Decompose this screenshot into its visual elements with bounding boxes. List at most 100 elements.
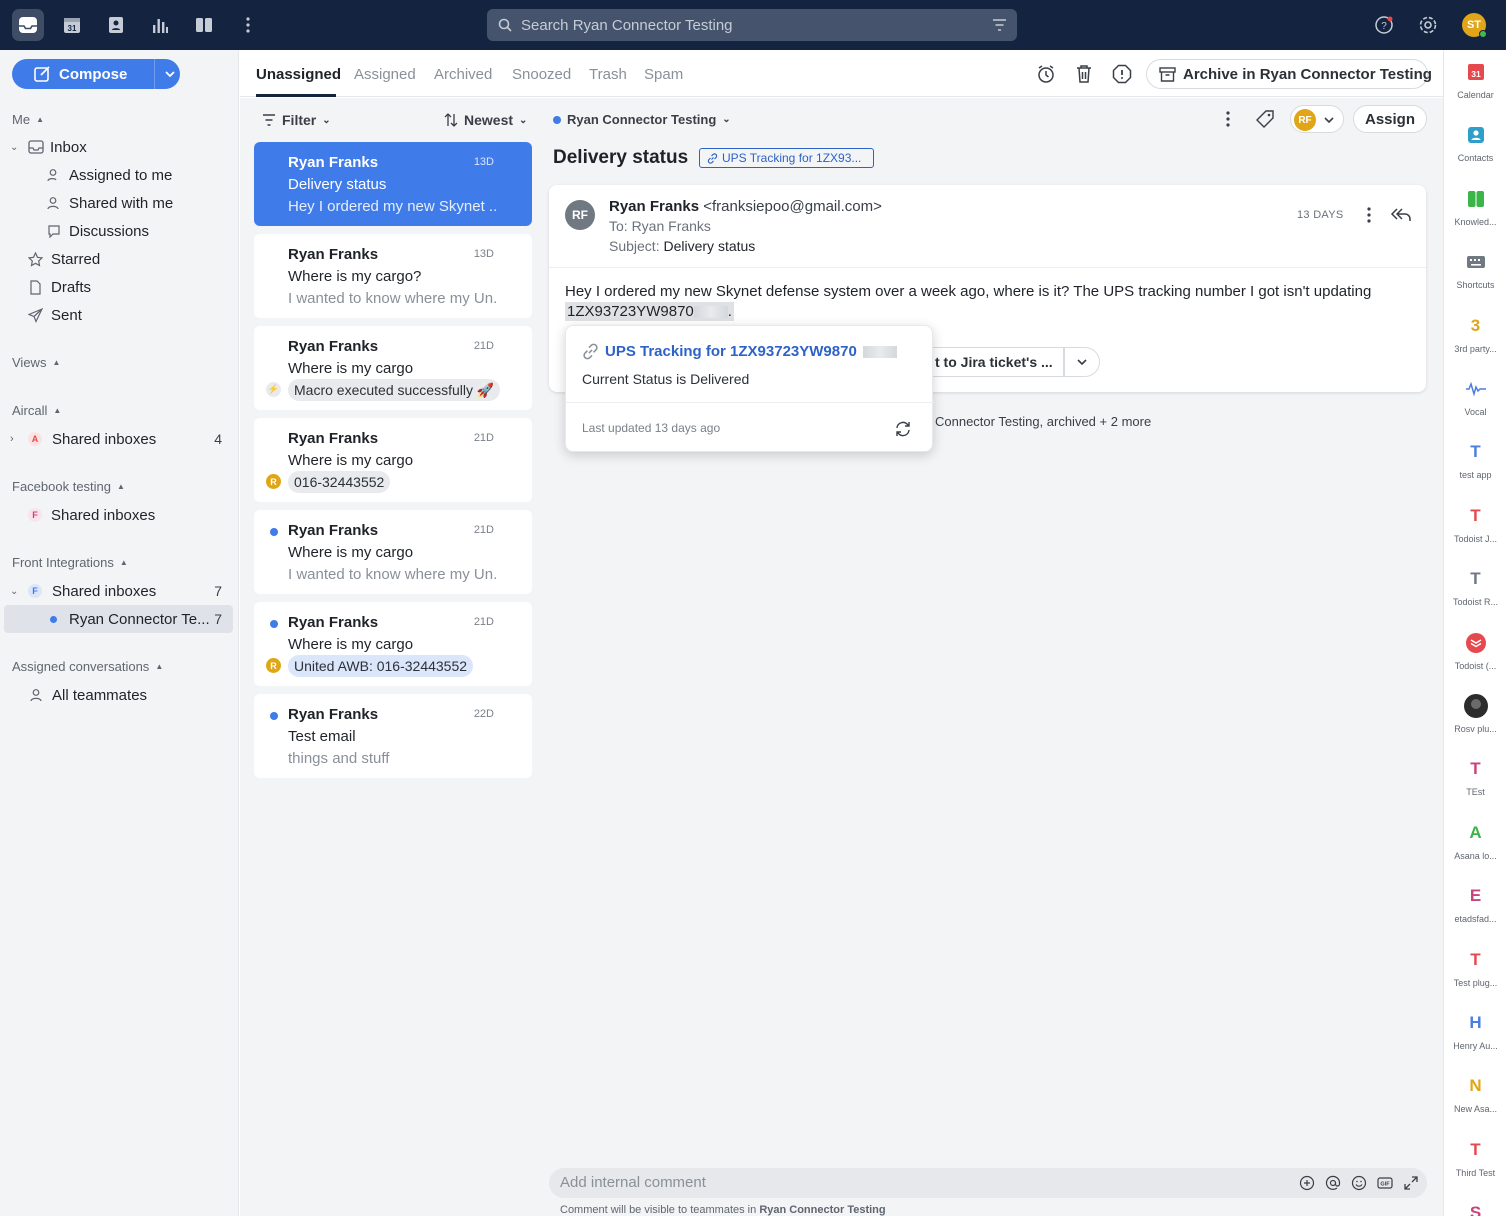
chevron-down-icon[interactable]: ⌄ — [10, 142, 24, 153]
compose-button[interactable]: Compose — [12, 59, 180, 89]
sidebar-item-assigned-to-me[interactable]: Assigned to me — [47, 161, 172, 189]
activity-summary[interactable]: Connector Testing, archived + 2 more — [935, 414, 1151, 429]
refresh-icon[interactable] — [894, 420, 912, 438]
section-aircall[interactable]: Aircall ▲ — [12, 403, 61, 418]
section-views[interactable]: Views ▲ — [12, 355, 60, 370]
action-dropdown-chevron-icon[interactable] — [1064, 347, 1100, 377]
send-to-jira-button[interactable]: t to Jira ticket's ... — [921, 347, 1064, 377]
section-front-integrations[interactable]: Front Integrations ▲ — [12, 555, 128, 570]
sidebar-item-all-teammates[interactable]: All teammates — [30, 681, 147, 709]
rail-app-calendar[interactable]: 31 Calendar — [1444, 60, 1506, 100]
app-label: 3rd party... — [1454, 343, 1497, 354]
calendar-app-icon[interactable]: 31 — [56, 9, 88, 41]
mention-at-icon[interactable] — [1325, 1175, 1341, 1191]
tab-snoozed[interactable]: Snoozed — [512, 66, 571, 83]
search-input[interactable]: Search Ryan Connector Testing — [521, 17, 733, 34]
rail-app-todoist-j[interactable]: T Todoist J... — [1444, 504, 1506, 544]
contacts-app-icon[interactable] — [100, 9, 132, 41]
more-apps-icon[interactable] — [232, 9, 264, 41]
sidebar-item-front-shared-inboxes[interactable]: ⌄ F Shared inboxes 7 — [10, 577, 222, 605]
section-facebook-testing[interactable]: Facebook testing ▲ — [12, 479, 125, 494]
tag-icon[interactable] — [1253, 107, 1277, 131]
inbox-selector[interactable]: Ryan Connector Testing ⌄ — [553, 112, 731, 127]
sidebar-item-drafts[interactable]: Drafts — [28, 273, 91, 301]
sidebar-item-ryan-connector-testing[interactable]: Ryan Connector Te... 7 — [50, 605, 222, 633]
rail-app-todoist-r[interactable]: T Todoist R... — [1444, 567, 1506, 607]
rail-app-test[interactable]: T TEst — [1444, 757, 1506, 797]
tab-archived[interactable]: Archived — [434, 66, 492, 83]
help-icon[interactable]: ? — [1368, 9, 1400, 41]
sidebar-item-facebook-shared-inboxes[interactable]: F Shared inboxes — [28, 501, 155, 529]
spam-warning-icon[interactable] — [1110, 62, 1134, 86]
rail-app-henry-au[interactable]: H Henry Au... — [1444, 1011, 1506, 1051]
gif-icon[interactable]: GIF — [1377, 1175, 1393, 1191]
section-assigned-conversations[interactable]: Assigned conversations ▲ — [12, 659, 163, 674]
rail-app-asana-lo[interactable]: A Asana lo... — [1444, 821, 1506, 861]
inbox-app-icon[interactable] — [12, 9, 44, 41]
snooze-alarm-icon[interactable] — [1034, 62, 1058, 86]
rail-app-knowled[interactable]: Knowled... — [1444, 187, 1506, 227]
section-me[interactable]: Me ▲ — [12, 112, 44, 127]
expand-icon[interactable] — [1403, 1175, 1419, 1191]
trash-icon[interactable] — [1072, 62, 1096, 86]
sidebar-item-discussions[interactable]: Discussions — [47, 217, 149, 245]
assign-button[interactable]: Assign — [1353, 105, 1427, 133]
tab-spam[interactable]: Spam — [644, 66, 683, 83]
conversation-card-selected[interactable]: Ryan Franks 13D Delivery status Hey I or… — [254, 142, 532, 226]
conversation-card[interactable]: Ryan Franks 22D Test email things and st… — [254, 694, 532, 778]
app-icon: T — [1470, 442, 1481, 462]
analytics-app-icon[interactable] — [144, 9, 176, 41]
tracking-number-link[interactable]: 1ZX93723YW9870. — [565, 302, 734, 321]
tab-unassigned[interactable]: Unassigned — [256, 66, 341, 83]
message-more-icon[interactable] — [1357, 203, 1381, 227]
linked-tracking-chip[interactable]: UPS Tracking for 1ZX93... — [699, 148, 874, 168]
sidebar-item-starred[interactable]: Starred — [28, 245, 100, 273]
conversation-card[interactable]: Ryan Franks 21D Where is my cargo I want… — [254, 510, 532, 594]
rail-app-etadsfad[interactable]: Eetadsfad... — [1444, 884, 1506, 924]
sidebar-item-aircall-shared-inboxes[interactable]: › A Shared inboxes 4 — [10, 425, 222, 453]
rail-app-test-plug[interactable]: T Test plug... — [1444, 948, 1506, 988]
sender-avatar: RF — [565, 200, 595, 230]
app-icon: S — [1469, 1203, 1482, 1216]
rail-app-test-app[interactable]: Ttest app — [1444, 440, 1506, 480]
compose-options-chevron-icon[interactable] — [164, 68, 176, 80]
settings-gear-icon[interactable] — [1412, 9, 1444, 41]
filter-button[interactable]: Filter ⌄ — [262, 112, 331, 128]
reply-all-icon[interactable] — [1389, 203, 1413, 227]
rail-app-3rd-party[interactable]: 3 3rd party... — [1444, 314, 1506, 354]
internal-comment-input[interactable]: Add internal comment GIF — [549, 1168, 1427, 1198]
conversation-card[interactable]: Ryan Franks 13D Where is my cargo? I wan… — [254, 234, 532, 318]
user-avatar[interactable]: ST — [1462, 13, 1487, 38]
sort-button[interactable]: Newest ⌄ — [444, 112, 527, 128]
more-options-icon[interactable] — [1216, 107, 1240, 131]
search-filter-icon[interactable] — [992, 18, 1007, 32]
sidebar-item-inbox[interactable]: ⌄ Inbox — [10, 133, 87, 161]
rail-app-third-test[interactable]: T Third Test — [1444, 1138, 1506, 1178]
sidebar-item-sent[interactable]: Sent — [28, 301, 82, 329]
rail-app-rosv-plu[interactable]: Rosv plu... — [1444, 694, 1506, 734]
search-bar[interactable]: Search Ryan Connector Testing — [487, 9, 1017, 41]
tab-assigned[interactable]: Assigned — [354, 66, 416, 83]
popover-title-link[interactable]: UPS Tracking for 1ZX93723YW9870 — [582, 343, 897, 360]
knowledge-app-icon[interactable] — [188, 9, 220, 41]
conversation-card[interactable]: Ryan Franks 21D Where is my cargo ⚡ Macr… — [254, 326, 532, 410]
conversation-list: Filter ⌄ Newest ⌄ Ryan Franks 13D Delive… — [240, 98, 546, 1216]
rail-app-todoist[interactable]: Todoist (... — [1444, 631, 1506, 671]
conversation-card[interactable]: Ryan Franks 21D Where is my cargo R 016-… — [254, 418, 532, 502]
svg-text:31: 31 — [1471, 69, 1481, 79]
rail-app-contacts[interactable]: Contacts — [1444, 123, 1506, 163]
rail-app-new-asa[interactable]: N New Asa... — [1444, 1074, 1506, 1114]
tab-trash[interactable]: Trash — [589, 66, 627, 83]
rail-app-shortcuts[interactable]: Shortcuts — [1444, 250, 1506, 290]
emoji-smile-icon[interactable] — [1351, 1175, 1367, 1191]
conversation-card[interactable]: Ryan Franks 21D Where is my cargo R Unit… — [254, 602, 532, 686]
chevron-down-icon[interactable]: ⌄ — [10, 586, 24, 597]
rail-app-vocal[interactable]: Vocal — [1444, 377, 1506, 417]
assignee-selector[interactable]: RF — [1290, 105, 1344, 133]
app-icon: H — [1469, 1013, 1482, 1032]
sidebar-item-shared-with-me[interactable]: Shared with me — [47, 189, 173, 217]
chevron-right-icon[interactable]: › — [10, 433, 24, 445]
rail-app-more[interactable]: S — [1444, 1201, 1506, 1216]
add-circle-icon[interactable] — [1299, 1175, 1315, 1191]
archive-button[interactable]: Archive in Ryan Connector Testing — [1146, 59, 1432, 89]
